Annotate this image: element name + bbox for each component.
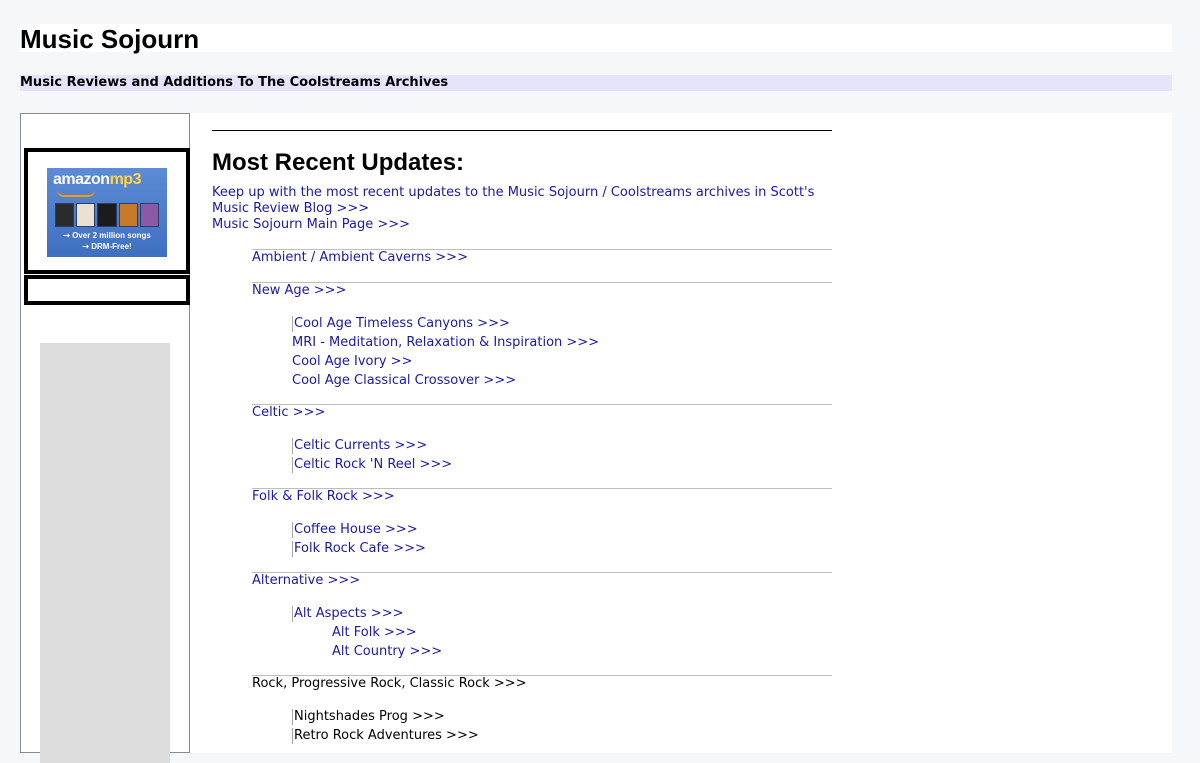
album-thumbnail [97,203,117,227]
category-rock[interactable]: Rock, Progressive Rock, Classic Rock >>> [252,676,527,692]
ad-tagline-drm: ⇢ DRM-Free! [82,242,132,251]
subcategory-nightshades-prog[interactable]: Nightshades Prog >>> [292,709,445,725]
album-thumbnail [139,203,160,227]
subcategory-folk-rock-cafe[interactable]: Folk Rock Cafe >>> [292,541,426,557]
music-review-blog-link[interactable]: Keep up with the most recent updates to … [212,185,832,217]
sidebar: amazonmp3 ⇢ Over 2 million songs ⇢ DRM-F… [20,113,190,763]
main-page-link[interactable]: Music Sojourn Main Page >>> [212,217,410,233]
album-thumbnail [55,203,75,227]
category-divider [252,404,832,405]
subcategory-alt-folk[interactable]: Alt Folk >>> [332,625,417,641]
category-alternative[interactable]: Alternative >>> [252,573,360,589]
sidebar-ad-placeholder [40,343,170,763]
category-folk-rock[interactable]: Folk & Folk Rock >>> [252,489,395,505]
album-thumbnails [55,203,160,227]
amazon-mp3-banner[interactable]: amazonmp3 ⇢ Over 2 million songs ⇢ DRM-F… [47,168,167,257]
subcategory-cool-age-classical-crossover[interactable]: Cool Age Classical Crossover >>> [292,373,516,389]
subtitle-bar: Music Reviews and Additions To The Cools… [20,75,1172,91]
recent-updates-heading: Most Recent Updates: [212,149,465,176]
ad-tagline: ⇢ Over 2 million songs [63,231,151,240]
subcategory-alt-aspects[interactable]: Alt Aspects >>> [292,606,403,622]
secondary-ad-frame [24,275,190,305]
subcategory-cool-age-ivory[interactable]: Cool Age Ivory >> [292,354,412,370]
top-divider [212,130,832,131]
category-ambient[interactable]: Ambient / Ambient Caverns >>> [252,250,468,266]
amazon-mp3-logo: amazonmp3 [53,171,141,188]
category-new-age[interactable]: New Age >>> [252,283,346,299]
subcategory-celtic-rock-n-reel[interactable]: Celtic Rock 'N Reel >>> [292,457,452,473]
subcategory-retro-rock-adventures[interactable]: Retro Rock Adventures >>> [292,728,479,744]
subcategory-cool-age-timeless-canyons[interactable]: Cool Age Timeless Canyons >>> [292,316,510,332]
subcategory-mri[interactable]: MRI - Meditation, Relaxation & Inspirati… [292,335,599,351]
subcategory-coffee-house[interactable]: Coffee House >>> [292,522,418,538]
amazon-smile-icon [57,190,95,197]
title-bar: Music Sojourn [20,24,1172,54]
site-title: Music Sojourn [20,24,200,54]
album-thumbnail [76,203,96,227]
category-celtic[interactable]: Celtic >>> [252,405,325,421]
subcategory-alt-country[interactable]: Alt Country >>> [332,644,442,660]
subcategory-celtic-currents[interactable]: Celtic Currents >>> [292,438,427,454]
album-thumbnail [118,203,138,227]
content-area: amazonmp3 ⇢ Over 2 million songs ⇢ DRM-F… [20,113,1172,763]
site-subtitle: Music Reviews and Additions To The Cools… [20,75,449,90]
amazon-ad-frame: amazonmp3 ⇢ Over 2 million songs ⇢ DRM-F… [24,148,190,274]
